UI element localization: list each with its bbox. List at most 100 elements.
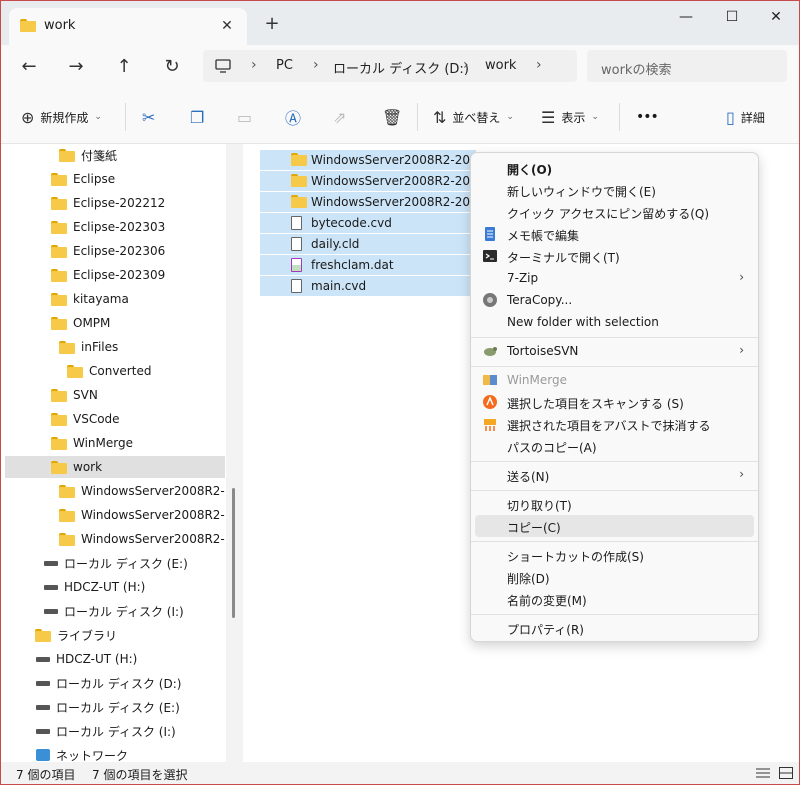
pane-splitter[interactable] <box>226 144 243 762</box>
selected-count: 7 個の項目を選択 <box>92 768 188 782</box>
breadcrumb-pc[interactable]: PC <box>276 58 293 73</box>
sidebar-item[interactable]: WindowsServer2008R2-2020 <box>59 480 225 502</box>
chevron-down-icon: ⌄ <box>94 112 102 122</box>
breadcrumb-drive[interactable]: ローカル ディスク (D:) <box>333 58 469 77</box>
sidebar-item[interactable]: WindowsServer2008R2-2020 <box>59 504 225 526</box>
sidebar-item[interactable]: HDCZ-UT (H:) <box>36 648 137 670</box>
tab-work[interactable]: work ✕ <box>9 8 247 45</box>
menu-item-avast-scan[interactable]: 選択した項目をスキャンする (S) <box>475 391 754 413</box>
cut-button[interactable]: ✂ <box>142 103 161 131</box>
context-menu: 開く(O) 新しいウィンドウで開く(E) クイック アクセスにピン留めする(Q)… <box>470 152 759 642</box>
menu-item-open-new-window[interactable]: 新しいウィンドウで開く(E) <box>475 179 754 201</box>
new-button[interactable]: ⊕ 新規作成 ⌄ <box>21 103 102 131</box>
more-button[interactable]: ••• <box>636 103 659 131</box>
tiles-view-icon[interactable] <box>779 767 793 779</box>
sidebar-item[interactable]: VSCode <box>51 408 120 430</box>
menu-item-notepad[interactable]: メモ帳で編集 <box>475 223 754 245</box>
sidebar-item-label: WindowsServer2008R2-2020 <box>81 532 225 546</box>
close-window-button[interactable]: ✕ <box>753 3 799 31</box>
menu-item-new-folder-selection[interactable]: New folder with selection <box>475 311 754 333</box>
paste-button[interactable]: ▭ <box>237 103 258 131</box>
sidebar-item[interactable]: Eclipse-202309 <box>51 264 165 286</box>
menu-item-cut[interactable]: 切り取り(T) <box>475 493 754 515</box>
view-button[interactable]: ☰ 表示 ⌄ <box>541 103 599 131</box>
trash-icon: 🗑 <box>382 107 403 127</box>
sidebar-item[interactable]: ライブラリ <box>35 624 117 646</box>
sidebar-item[interactable]: 付箋紙 <box>59 144 117 166</box>
sidebar-item-label: VSCode <box>73 412 120 426</box>
sidebar-item[interactable]: WinMerge <box>51 432 133 454</box>
file-name: WindowsServer2008R2-202007 <box>311 174 476 188</box>
up-button[interactable]: ↑ <box>109 53 139 81</box>
sidebar-item[interactable]: ローカル ディスク (I:) <box>44 600 184 622</box>
sidebar-item[interactable]: Eclipse-202306 <box>51 240 165 262</box>
details-view-icon[interactable] <box>756 767 770 779</box>
list-item[interactable]: WindowsServer2008R2-202007 <box>260 192 476 212</box>
share-button[interactable]: ⇗ <box>333 103 352 131</box>
refresh-button[interactable]: ↻ <box>157 53 187 81</box>
minimize-button[interactable]: — <box>663 3 709 31</box>
list-item[interactable]: bytecode.cvd <box>260 213 476 233</box>
list-item[interactable]: main.cvd <box>260 276 476 296</box>
menu-item-create-shortcut[interactable]: ショートカットの作成(S) <box>475 544 754 566</box>
sidebar-item[interactable]: Eclipse <box>51 168 115 190</box>
file-name: WindowsServer2008R2-202007 <box>311 195 476 209</box>
menu-item-rename[interactable]: 名前の変更(M) <box>475 588 754 610</box>
sidebar-item[interactable]: Eclipse-202212 <box>51 192 165 214</box>
menu-item-7zip[interactable]: 7-Zip › <box>475 267 754 289</box>
list-item[interactable]: WindowsServer2008R2-202007 <box>260 171 476 191</box>
menu-item-winmerge[interactable]: WinMerge <box>475 369 754 391</box>
tab-close-icon[interactable]: ✕ <box>215 15 239 37</box>
share-icon: ⇗ <box>333 107 347 127</box>
sidebar-item[interactable]: OMPM <box>51 312 110 334</box>
sidebar-item[interactable]: Eclipse-202303 <box>51 216 165 238</box>
back-button[interactable]: ← <box>14 53 44 81</box>
menu-item-properties[interactable]: プロパティ(R) <box>475 617 754 639</box>
sidebar-item[interactable]: ローカル ディスク (E:) <box>36 696 180 718</box>
search-placeholder: workの検索 <box>601 63 672 78</box>
delete-button[interactable]: 🗑 <box>382 103 408 131</box>
menu-item-pin-quick-access[interactable]: クイック アクセスにピン留めする(Q) <box>475 201 754 223</box>
sort-button[interactable]: ⇅ 並べ替え ⌄ <box>433 103 514 131</box>
menu-item-tortoisesvn[interactable]: TortoiseSVN › <box>475 340 754 362</box>
sidebar-item[interactable]: kitayama <box>51 288 129 310</box>
new-tab-button[interactable]: + <box>260 12 284 36</box>
sidebar-item[interactable]: ローカル ディスク (I:) <box>36 720 176 742</box>
maximize-button[interactable]: ☐ <box>709 3 755 31</box>
search-input[interactable]: workの検索 <box>587 50 787 82</box>
menu-item-send-to[interactable]: 送る(N) › <box>475 464 754 486</box>
menu-item-teracopy[interactable]: TeraCopy... <box>475 289 754 311</box>
sidebar-item[interactable]: inFiles <box>59 336 118 358</box>
menu-item-avast-shred[interactable]: 選択された項目をアバストで抹消する <box>475 413 754 435</box>
sidebar-item[interactable]: Converted <box>67 360 151 382</box>
sidebar-item-work[interactable]: work <box>5 456 225 478</box>
list-item[interactable]: freshclam.dat <box>260 255 476 275</box>
list-item[interactable]: daily.cld <box>260 234 476 254</box>
menu-item-copy-path[interactable]: パスのコピー(A) <box>475 435 754 457</box>
menu-item-copy[interactable]: コピー(C) <box>475 515 754 537</box>
file-name: daily.cld <box>311 237 360 251</box>
sidebar-item[interactable]: ローカル ディスク (E:) <box>44 552 188 574</box>
menu-item-open[interactable]: 開く(O) <box>475 157 754 179</box>
breadcrumb-work[interactable]: work <box>485 58 516 73</box>
folder-icon <box>59 532 75 546</box>
list-item[interactable]: WindowsServer2008R2-202007 <box>260 150 476 170</box>
menu-item-label: WinMerge <box>507 373 567 387</box>
sidebar-scrollbar[interactable] <box>232 488 235 618</box>
rename-button[interactable]: Ⓐ <box>285 103 307 131</box>
address-bar[interactable]: › PC › ローカル ディスク (D:) › work › <box>203 50 577 82</box>
menu-item-terminal[interactable]: ターミナルで開く(T) <box>475 245 754 267</box>
sidebar-item[interactable]: HDCZ-UT (H:) <box>44 576 145 598</box>
sidebar-item-label: Eclipse-202306 <box>73 244 166 258</box>
forward-button[interactable]: → <box>61 53 91 81</box>
details-button[interactable]: ▯ 詳細 <box>726 103 765 131</box>
sidebar-item[interactable]: SVN <box>51 384 98 406</box>
breadcrumb-separator: › <box>536 57 542 73</box>
sidebar-item[interactable]: ローカル ディスク (D:) <box>36 672 181 694</box>
menu-item-delete[interactable]: 削除(D) <box>475 566 754 588</box>
sidebar-item[interactable]: WindowsServer2008R2-2020 <box>59 528 225 550</box>
sidebar-item-label: ローカル ディスク (I:) <box>64 604 184 619</box>
menu-separator <box>471 541 758 542</box>
copy-button[interactable]: ❐ <box>190 103 210 131</box>
sidebar-item-label: HDCZ-UT (H:) <box>64 580 146 594</box>
